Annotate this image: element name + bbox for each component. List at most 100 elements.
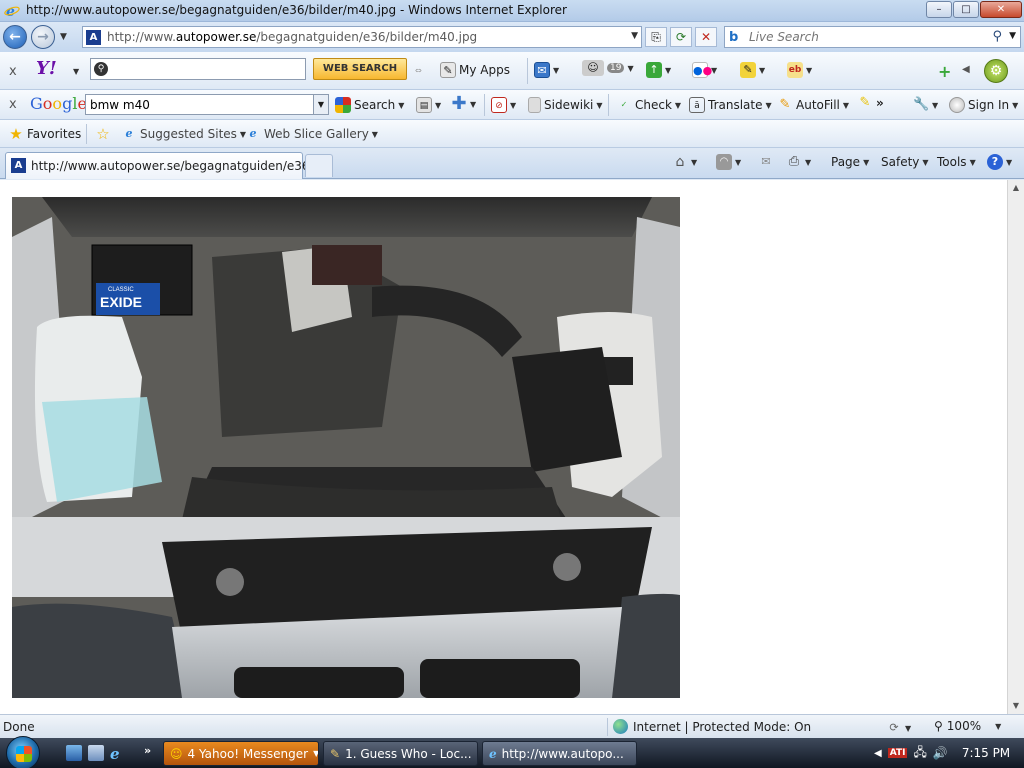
flickr-button[interactable]: ●● ▼ [692, 62, 717, 78]
sidewiki-button[interactable]: Sidewiki ▼ [528, 97, 603, 113]
read-mail-icon[interactable]: ✉ [758, 154, 774, 170]
scroll-up-arrow-icon[interactable]: ▲ [1008, 180, 1024, 196]
new-tab-button[interactable] [305, 154, 333, 177]
taskbar-item-yahoo-messenger[interactable]: ☺ 4 Yahoo! Messenger ▼ [163, 741, 319, 766]
messenger-button[interactable]: ☺ 19 ▼ [582, 60, 634, 76]
flickr-dropdown[interactable]: ▼ [711, 66, 717, 75]
show-desktop-icon[interactable] [66, 745, 82, 761]
news-button[interactable]: ▤ ▼ [416, 97, 441, 113]
feeds-dropdown[interactable]: ▼ [735, 158, 741, 167]
add-ons-button[interactable]: ⟳ ▼ [886, 720, 911, 736]
forward-button[interactable]: → [31, 25, 55, 49]
address-bar[interactable]: A http://www.autopower.se/begagnatguiden… [82, 26, 642, 48]
vertical-scrollbar[interactable]: ▲ ▼ [1007, 180, 1024, 714]
start-button[interactable] [6, 736, 40, 768]
finance-button[interactable]: ↑ ▼ [646, 62, 671, 78]
translate-dropdown[interactable]: ▼ [766, 101, 772, 110]
zoom-control[interactable]: ⚲ 100% ▼ [934, 719, 1001, 733]
add-to-favorites-icon[interactable]: ☆ [95, 126, 111, 142]
ebay-dropdown[interactable]: ▼ [806, 66, 812, 75]
more-tools-button[interactable]: ✎ » [857, 95, 884, 111]
scroll-down-arrow-icon[interactable]: ▼ [1008, 698, 1024, 714]
notepad-button[interactable]: ✎ ▼ [740, 62, 765, 78]
security-zone[interactable]: Internet | Protected Mode: On [613, 719, 811, 734]
tools-menu-button[interactable]: Tools ▼ [937, 155, 976, 169]
sign-in-dropdown[interactable]: ▼ [1012, 101, 1018, 110]
network-icon[interactable]: 🖧 [913, 743, 926, 764]
news-dropdown[interactable]: ▼ [435, 101, 441, 110]
internet-explorer-quicklaunch-icon[interactable]: e [110, 745, 126, 763]
my-apps-button[interactable]: ✎ My Apps [440, 62, 510, 78]
live-search-input[interactable] [749, 29, 989, 45]
stop-button[interactable]: ✕ [695, 27, 717, 47]
suggested-sites-button[interactable]: e Suggested Sites ▼ [121, 126, 247, 142]
volume-icon[interactable]: 🔊 [933, 746, 948, 760]
web-slice-gallery-dropdown[interactable]: ▼ [372, 130, 378, 139]
address-url[interactable]: http://www.autopower.se/begagnatguiden/e… [107, 30, 477, 44]
google-toolbar-close-icon[interactable]: x [9, 97, 17, 112]
favorites-button[interactable]: ★ Favorites [8, 126, 81, 142]
ebay-button[interactable]: eb ▼ [787, 62, 812, 78]
search-options-dropdown[interactable]: ▼ [1009, 31, 1016, 41]
google-search-dropdown[interactable]: ▼ [313, 95, 328, 114]
messenger-dropdown[interactable]: ▼ [627, 64, 633, 73]
taskbar-item-guess-who[interactable]: ✎ 1. Guess Who - Loc... [323, 741, 478, 766]
print-button[interactable]: ⎙ ▼ [786, 154, 811, 170]
zoom-dropdown[interactable]: ▼ [995, 722, 1001, 731]
spell-check-button[interactable]: ✓ Check ▼ [616, 97, 681, 113]
plus-dropdown[interactable]: ▼ [470, 100, 476, 109]
sidewiki-dropdown[interactable]: ▼ [596, 101, 602, 110]
sign-in-button[interactable]: Sign In ▼ [949, 97, 1018, 113]
taskbar-item-internet-explorer[interactable]: e http://www.autopo... [482, 741, 637, 766]
quicklaunch-more-icon[interactable]: » [144, 744, 151, 757]
google-settings-button[interactable]: 🔧 ▼ [913, 97, 938, 113]
recent-pages-dropdown[interactable]: ▼ [60, 32, 67, 42]
maximize-button[interactable]: □ [953, 1, 979, 18]
yahoo-toolbar-close-icon[interactable]: x [9, 64, 17, 79]
safety-menu-button[interactable]: Safety ▼ [881, 155, 929, 169]
autofill-button[interactable]: ✎ AutoFill ▼ [777, 97, 850, 113]
toolbar-grip-icon[interactable]: ⇔ [415, 66, 422, 75]
ati-tray-icon[interactable]: ATI [887, 748, 908, 758]
add-button-icon[interactable]: + [938, 62, 951, 81]
translate-button[interactable]: ā Translate ▼ [689, 97, 772, 113]
compatibility-view-button[interactable]: ⎘ [645, 27, 667, 47]
home-dropdown[interactable]: ▼ [691, 158, 697, 167]
yahoo-mail-button[interactable]: ✉ ▼ [534, 62, 559, 78]
search-icon[interactable]: ⚲ [992, 29, 1002, 44]
finance-dropdown[interactable]: ▼ [665, 66, 671, 75]
help-button[interactable]: ? ▼ [987, 154, 1012, 170]
addons-dropdown[interactable]: ▼ [905, 724, 911, 733]
google-search-input[interactable] [90, 97, 310, 112]
help-dropdown[interactable]: ▼ [1006, 158, 1012, 167]
popup-blocker-button[interactable]: ⊘ ▼ [491, 97, 516, 113]
google-logo[interactable]: Google [30, 94, 87, 113]
popup-blocker-dropdown[interactable]: ▼ [510, 101, 516, 110]
back-button[interactable]: ← [3, 25, 27, 49]
print-dropdown[interactable]: ▼ [805, 158, 811, 167]
notepad-dropdown[interactable]: ▼ [759, 66, 765, 75]
address-dropdown-icon[interactable]: ▼ [631, 31, 638, 41]
google-search-menu-dropdown[interactable]: ▼ [398, 101, 404, 110]
google-search-button[interactable]: Search ▼ [335, 97, 404, 113]
web-slice-gallery-button[interactable]: e Web Slice Gallery ▼ [245, 126, 378, 142]
settings-dropdown[interactable]: ▼ [932, 101, 938, 110]
refresh-button[interactable]: ⟳ [670, 27, 692, 47]
autofill-dropdown[interactable]: ▼ [843, 101, 849, 110]
settings-gear-icon[interactable]: ⚙ [984, 59, 1008, 83]
yahoo-menu-dropdown[interactable]: ▼ [73, 67, 79, 76]
yahoo-logo[interactable]: Y! [36, 58, 57, 79]
scroll-left-icon[interactable]: ◀ [962, 64, 970, 75]
tray-expand-icon[interactable]: ◀ [874, 748, 882, 759]
mail-dropdown[interactable]: ▼ [553, 66, 559, 75]
check-dropdown[interactable]: ▼ [675, 101, 681, 110]
home-button[interactable]: ⌂ ▼ [672, 154, 698, 170]
plus-button[interactable]: ✚ ▼ [451, 95, 476, 113]
close-button[interactable]: ✕ [980, 1, 1022, 18]
feeds-button[interactable]: ◠ ▼ [716, 154, 741, 170]
switch-windows-icon[interactable] [88, 745, 104, 761]
web-search-button[interactable]: WEB SEARCH [313, 58, 407, 80]
yahoo-search-input[interactable]: ⚲ [90, 58, 306, 80]
tab-current-page[interactable]: A http://www.autopower.se/begagnatguiden… [5, 152, 325, 179]
live-search-box[interactable]: b ⚲ ▼ [724, 26, 1021, 48]
